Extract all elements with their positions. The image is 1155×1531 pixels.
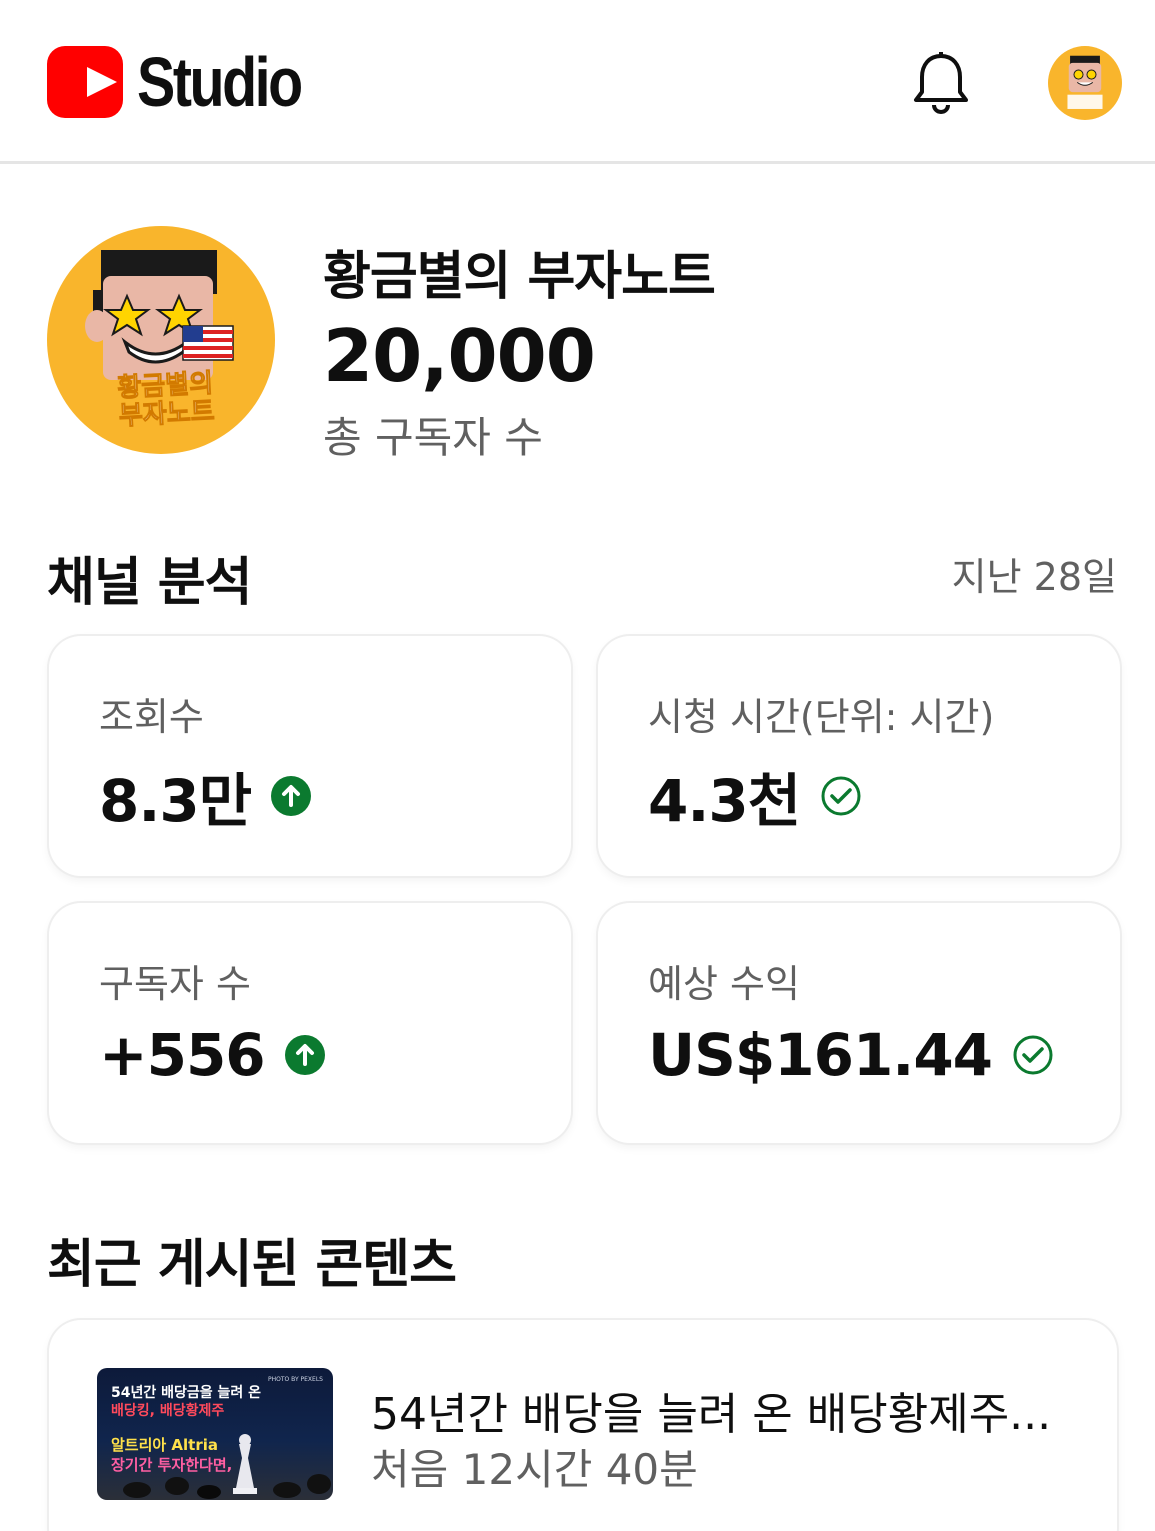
logo-text: Studio	[137, 43, 303, 121]
recent-video-card[interactable]: PHOTO BY PEXELS 54년간 배당금을 늘려 온 배당킹, 배당황제…	[49, 1320, 1117, 1531]
arrow-up-circle-icon	[284, 1035, 325, 1075]
arrow-up-circle-icon	[271, 776, 312, 816]
total-subscriber-count: 20,000	[323, 314, 596, 398]
watch-time-label: 시청 시간(단위: 시간)	[648, 695, 995, 739]
views-card[interactable]: 조회수 8.3만	[49, 636, 571, 876]
total-subscriber-label: 총 구독자 수	[323, 413, 543, 462]
channel-name: 황금별의 부자노트	[323, 247, 716, 307]
revenue-label: 예상 수익	[648, 962, 800, 1006]
subscribers-label: 구독자 수	[99, 962, 251, 1006]
recent-content-title: 최근 게시된 콘텐츠	[47, 1235, 457, 1295]
check-circle-icon	[1012, 1034, 1054, 1076]
views-value: 8.3만	[99, 767, 252, 835]
subscribers-card[interactable]: 구독자 수 +556	[49, 903, 571, 1143]
us-flag-icon	[182, 325, 234, 361]
watch-time-card[interactable]: 시청 시간(단위: 시간) 4.3천	[598, 636, 1120, 876]
account-avatar[interactable]	[1048, 46, 1122, 120]
analytics-title: 채널 분석	[47, 553, 252, 613]
video-thumbnail[interactable]: PHOTO BY PEXELS 54년간 배당금을 늘려 온 배당킹, 배당황제…	[97, 1368, 333, 1500]
video-title[interactable]: 54년간 배당을 늘려 온 배당황제주...	[371, 1378, 1071, 1442]
video-meta: 처음 12시간 40분	[371, 1445, 698, 1494]
top-app-bar: Studio	[0, 0, 1155, 164]
youtube-studio-logo[interactable]: Studio	[47, 43, 337, 121]
analytics-header: 채널 분석 지난 28일	[47, 540, 1117, 613]
chess-pieces-image	[123, 1434, 331, 1499]
revenue-value: US$161.44	[648, 1021, 993, 1089]
channel-avatar[interactable]: 황금별의 부자노트	[47, 226, 275, 454]
check-circle-icon	[820, 775, 862, 817]
analytics-date-range: 지난 28일	[951, 555, 1117, 599]
watch-time-value: 4.3천	[648, 767, 801, 835]
avatar-text-line2: 부자노트	[118, 396, 216, 432]
subscribers-value: +556	[99, 1021, 266, 1089]
channel-summary: 황금별의 부자노트 황금별의 부자노트 20,000 총 구독자 수	[47, 226, 1117, 462]
bell-icon[interactable]	[912, 50, 970, 115]
youtube-logo-icon	[47, 46, 124, 118]
views-label: 조회수	[99, 695, 204, 739]
revenue-card[interactable]: 예상 수익 US$161.44	[598, 903, 1120, 1143]
